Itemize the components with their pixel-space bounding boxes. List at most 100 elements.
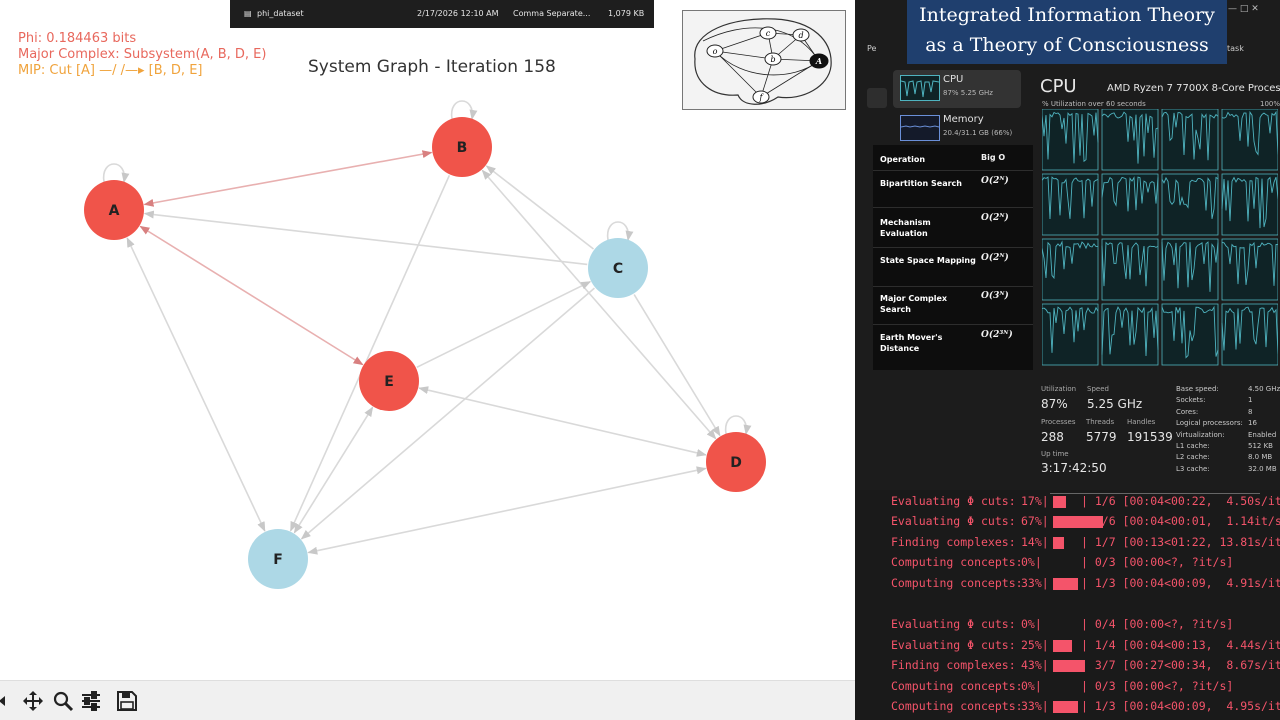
- progress-stats: | 1/4 [00:04<00:13, 4.44s/it]: [1081, 638, 1280, 652]
- progress-label: Computing concepts:: [891, 679, 1023, 693]
- graph-node-label: E: [384, 374, 394, 390]
- graph-title: System Graph - Iteration 158: [308, 57, 556, 77]
- thumb-label-o: o: [713, 47, 718, 56]
- spec-label: L1 cache:: [1176, 442, 1210, 450]
- utilization-caption: % Utilization over 60 seconds: [1042, 100, 1146, 108]
- edge-D-E: [418, 386, 707, 457]
- spec-label: L2 cache:: [1176, 453, 1210, 462]
- operation-complexity: O(2ᴺ): [981, 213, 1009, 223]
- edge-B-D: [481, 169, 717, 440]
- spec-value: 32.0 MB: [1248, 464, 1277, 473]
- spec-label: L3 cache:: [1176, 464, 1210, 473]
- progress-label: Evaluating Φ cuts:: [891, 617, 1016, 631]
- complexity-row: Major Complex Search O(3ᴺ): [873, 287, 1033, 325]
- memory-item-name: Memory: [943, 114, 984, 125]
- progress-stats: | 1/7 [00:13<01:22, 13.81s/it]: [1081, 535, 1280, 549]
- progress-bar-fill: [1053, 537, 1064, 549]
- graph-node-label: B: [457, 140, 468, 156]
- self-loop-B: [450, 100, 478, 120]
- progress-percent: 0%|: [1021, 555, 1042, 569]
- progress-bar-fill: [1053, 578, 1078, 590]
- uptime-value: 3:17:42:50: [1041, 461, 1107, 475]
- self-loop-D: [724, 415, 752, 435]
- back-arrow-icon[interactable]: [0, 690, 14, 712]
- window-controls[interactable]: — □ ✕: [1228, 4, 1259, 14]
- progress-label: Computing concepts:: [891, 699, 1023, 713]
- progress-bar-fill: [1053, 496, 1066, 508]
- edge-A-F: [126, 237, 266, 532]
- graph-node-label: D: [730, 455, 742, 471]
- progress-stats: | 1/6 [00:04<00:22, 4.50s/it]: [1081, 494, 1280, 508]
- spec-value: 16: [1248, 419, 1257, 428]
- move-icon[interactable]: [22, 690, 44, 712]
- progress-percent: 33%|: [1021, 576, 1049, 590]
- thumb-label-d: d: [798, 31, 803, 40]
- threads-label: Threads: [1086, 418, 1115, 426]
- progress-label: Computing concepts:: [891, 576, 1023, 590]
- progress-percent: 33%|: [1021, 699, 1049, 713]
- cpu-core-graph: [1042, 109, 1099, 171]
- progress-stats: | 0/4 [00:00<?, ?it/s]: [1081, 617, 1234, 631]
- complexity-row: Mechanism Evaluation O(2ᴺ): [873, 208, 1033, 248]
- file-row[interactable]: ▤ phi_dataset 2/17/2026 12:10 AM Comma S…: [230, 0, 654, 28]
- operation-name: Bipartition Search: [880, 179, 962, 188]
- cpu-core-graph: [1101, 238, 1159, 301]
- progress-bar-fill: [1053, 640, 1072, 652]
- spec-label: Logical processors:: [1176, 419, 1243, 428]
- sliders-icon[interactable]: [80, 690, 102, 712]
- edge-B-F: [289, 174, 451, 532]
- memory-mini-graph: [900, 115, 940, 141]
- operation-complexity: O(2ᴺ): [981, 253, 1009, 263]
- sidebar-item-cpu[interactable]: CPU 87% 5.25 GHz: [893, 70, 1021, 108]
- operation-complexity: O(2ᴺ): [981, 176, 1009, 186]
- processes-label: Processes: [1041, 418, 1076, 426]
- complexity-table-header: Operation Big O: [873, 145, 1033, 171]
- progress-percent: 25%|: [1021, 638, 1049, 652]
- memory-item-sub: 20.4/31.1 GB (66%): [943, 129, 1013, 137]
- nav-icon[interactable]: [867, 88, 887, 108]
- nav-label-partial[interactable]: Pe: [867, 44, 876, 53]
- progress-label: Evaluating Φ cuts:: [891, 494, 1016, 508]
- zoom-icon[interactable]: [52, 690, 74, 712]
- operation-name: Mechanism Evaluation: [880, 218, 931, 238]
- utilization-max: 100%: [1260, 100, 1280, 108]
- edge-A-E: [139, 225, 364, 366]
- utilization-value: 87%: [1041, 397, 1068, 411]
- mip-text: MIP: Cut [A] —/ /—▸ [B, D, E]: [18, 63, 203, 78]
- utilization-label: Utilization: [1041, 385, 1077, 393]
- operation-name: Earth Mover's Distance: [880, 333, 943, 353]
- spec-label: Virtualization:: [1176, 430, 1225, 439]
- header-operation: Operation: [880, 155, 926, 164]
- progress-percent: 0%|: [1021, 679, 1042, 693]
- progress-label: Finding complexes:: [891, 658, 1016, 672]
- speed-label: Speed: [1087, 385, 1109, 393]
- thumb-label-A: A: [815, 56, 822, 66]
- lecture-title-banner: Integrated Information Theory as a Theor…: [907, 0, 1227, 64]
- graph-node-label: F: [273, 552, 283, 568]
- file-date: 2/17/2026 12:10 AM: [417, 9, 499, 18]
- handles-value: 191539: [1127, 430, 1173, 444]
- spec-label: Base speed:: [1176, 385, 1219, 393]
- cpu-mini-graph: [900, 75, 940, 101]
- edge-E-F: [293, 406, 374, 534]
- run-task-button[interactable]: task: [1227, 44, 1244, 53]
- cpu-model: AMD Ryzen 7 7700X 8-Core Processor: [1107, 83, 1280, 94]
- brain-diagram-thumbnail: o c d b A f: [682, 10, 846, 110]
- speed-value: 5.25 GHz: [1087, 397, 1143, 411]
- file-icon: ▤: [244, 9, 252, 18]
- progress-stats: | 1/3 [00:04<00:09, 4.95s/it]: [1081, 699, 1280, 713]
- progress-percent: 14%|: [1021, 535, 1049, 549]
- self-loop-A: [102, 163, 130, 183]
- handles-label: Handles: [1127, 418, 1156, 426]
- cpu-core-graph: [1221, 303, 1278, 366]
- progress-label: Finding complexes:: [891, 535, 1016, 549]
- progress-stats: | 0/3 [00:00<?, ?it/s]: [1081, 679, 1234, 693]
- operation-complexity: O(2³ᴺ): [981, 330, 1013, 340]
- save-icon[interactable]: [116, 690, 138, 712]
- spec-label: Sockets:: [1176, 396, 1206, 405]
- graph-node-label: A: [109, 203, 120, 219]
- banner-line-2: as a Theory of Consciousness: [925, 34, 1209, 56]
- sidebar-item-memory[interactable]: Memory 20.4/31.1 GB (66%): [893, 110, 1021, 148]
- edge-A-B: [143, 150, 433, 207]
- edge-E-C: [416, 281, 592, 368]
